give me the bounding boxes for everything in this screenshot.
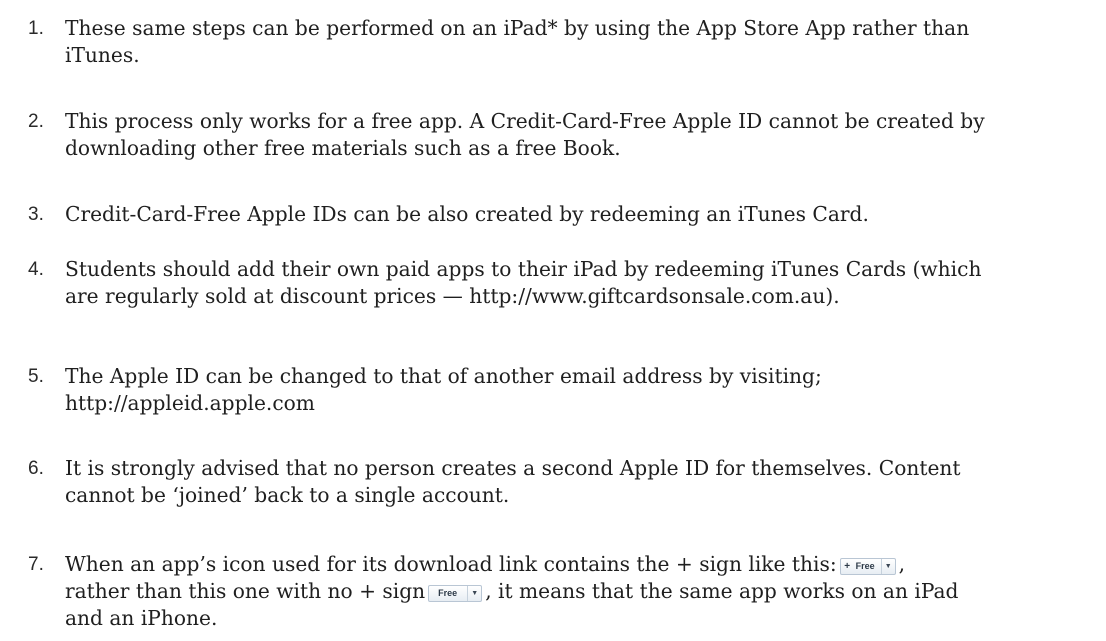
list-number: 3.	[28, 204, 44, 225]
list-item-text: It is strongly advised that no person cr…	[65, 455, 1095, 509]
free-button[interactable]: Free ▼	[428, 585, 483, 602]
dropdown-arrow-icon: ▼	[467, 586, 481, 601]
list-number: 2.	[28, 111, 44, 132]
free-button-label: Free	[855, 561, 875, 571]
dropdown-arrow-icon: ▼	[880, 559, 895, 574]
text-line: iTunes.	[65, 43, 140, 67]
text-line: Students should add their own paid apps …	[65, 257, 982, 281]
list-item-text: These same steps can be performed on an …	[65, 15, 1095, 69]
plus-icon: +	[844, 561, 851, 572]
text-line: The Apple ID can be changed to that of a…	[65, 364, 822, 388]
text-line: When an app’s icon used for its download…	[65, 551, 1095, 578]
text-line: It is strongly advised that no person cr…	[65, 456, 961, 480]
text-line: http://appleid.apple.com	[65, 391, 315, 415]
text-line: These same steps can be performed on an …	[65, 16, 970, 40]
list-number: 5.	[28, 366, 44, 387]
list-number: 1.	[28, 18, 44, 39]
text-segment: When an app’s icon used for its download…	[65, 552, 837, 576]
text-segment: ,	[898, 552, 906, 576]
free-button-label: Free	[438, 588, 458, 598]
text-line: downloading other free materials such as…	[65, 136, 621, 160]
list-item-text: This process only works for a free app. …	[65, 108, 1095, 162]
text-segment: rather than this one with no + sign	[65, 579, 426, 603]
text-line: This process only works for a free app. …	[65, 109, 985, 133]
free-plus-button[interactable]: + Free ▼	[839, 558, 896, 575]
list-number: 6.	[28, 458, 44, 479]
text-line: rather than this one with no + sign Free ▼…	[65, 578, 1095, 605]
text-line: are regularly sold at discount prices — …	[65, 284, 840, 308]
list-item-text: When an app’s icon used for its download…	[65, 551, 1095, 632]
text-line: Credit-Card-Free Apple IDs can be also c…	[65, 202, 869, 226]
list-number: 7.	[28, 554, 44, 575]
text-line: and an iPhone.	[65, 606, 218, 630]
text-line: cannot be ‘joined’ back to a single acco…	[65, 483, 510, 507]
text-segment: , it means that the same app works on an…	[485, 579, 959, 603]
list-item-text: The Apple ID can be changed to that of a…	[65, 363, 1095, 417]
list-item-text: Students should add their own paid apps …	[65, 256, 1095, 310]
list-number: 4.	[28, 259, 44, 280]
list-item-text: Credit-Card-Free Apple IDs can be also c…	[65, 201, 1095, 228]
document-page: 1. These same steps can be performed on …	[0, 0, 1106, 641]
